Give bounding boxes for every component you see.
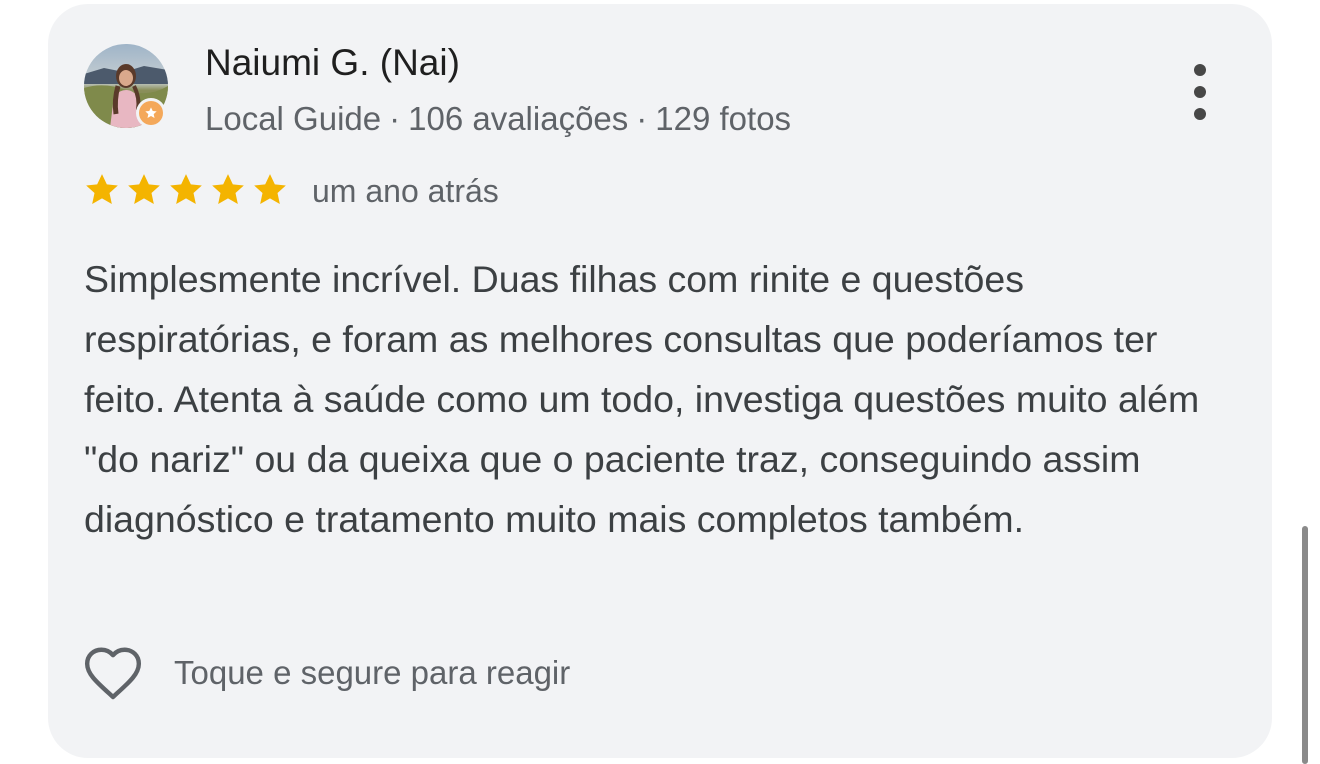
reviewer-meta: Local Guide · 106 avaliações · 129 fotos [205,100,791,138]
reviews-count: 106 avaliações [408,100,629,137]
star-icon [128,174,160,204]
review-time: um ano atrás [312,173,499,209]
local-guide-badge [136,98,166,128]
review-text[interactable]: Simplesmente incrível. Duas filhas com r… [84,249,1244,549]
heart-outline-icon [84,647,142,700]
react-button[interactable]: Toque e segure para reagir [82,644,570,702]
more-vert-dot [1194,86,1206,98]
star-icon [86,174,118,204]
more-vert-icon [1194,64,1206,76]
more-options-button[interactable] [1180,60,1220,124]
star-icon [212,174,244,204]
scrollbar-thumb[interactable] [1302,526,1308,764]
photos-count: 129 fotos [655,100,792,137]
star-rating [82,170,290,210]
star-icon [254,174,286,204]
more-vert-dot [1194,108,1206,120]
star-icon [139,101,163,125]
star-icon [170,174,202,204]
local-guide-label: Local Guide [205,100,382,137]
meta-separator: · [636,100,648,137]
reviewer-name[interactable]: Naiumi G. (Nai) [205,42,460,84]
react-hint-label: Toque e segure para reagir [174,654,571,691]
review-card: Naiumi G. (Nai) Local Guide · 106 avaliaçõ… [48,4,1272,758]
meta-separator: · [389,100,401,137]
